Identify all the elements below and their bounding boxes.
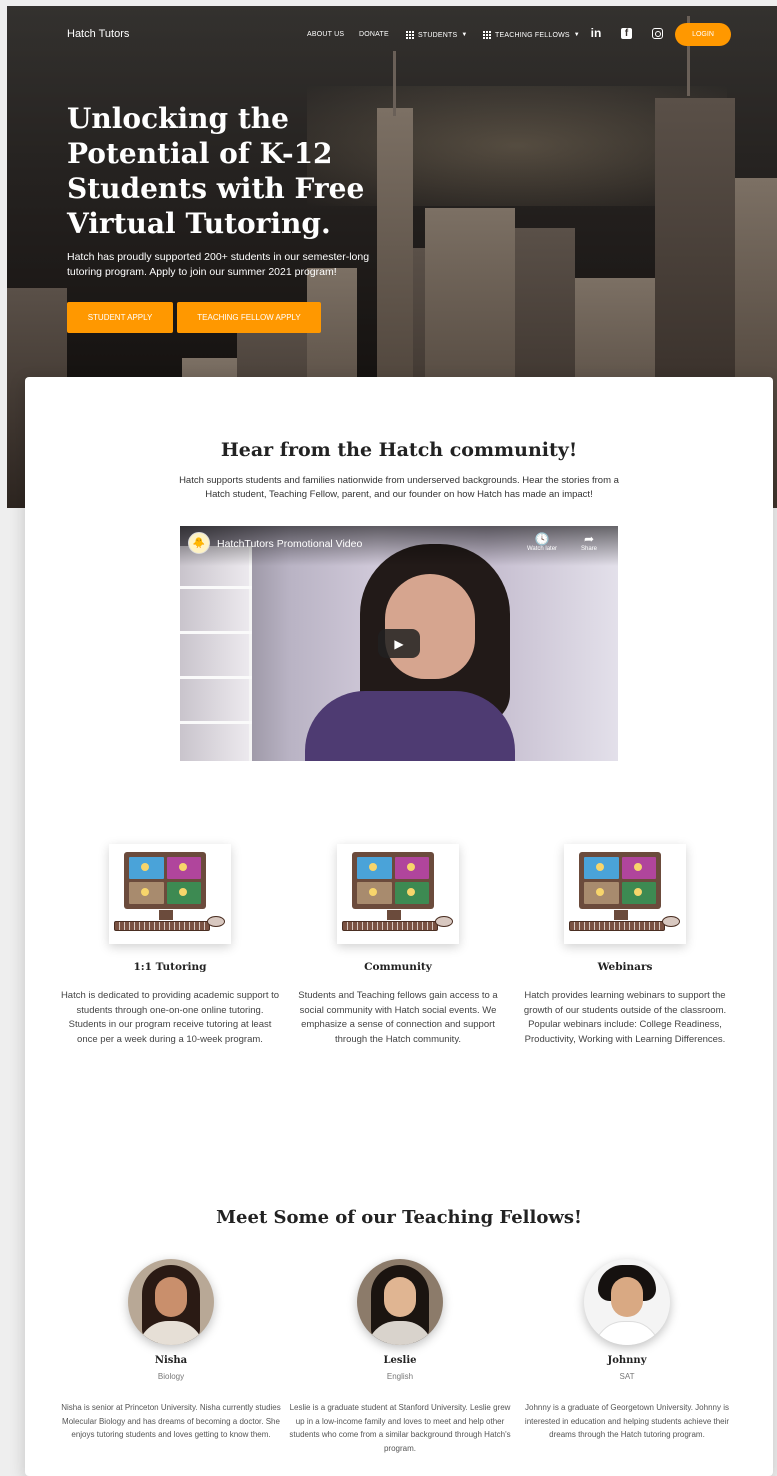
fellow-card-nisha: Nisha Biology Nisha is senior at Princet…: [56, 1259, 286, 1442]
avatar: [357, 1259, 443, 1345]
caret-down-icon: ▼: [461, 32, 468, 38]
apps-grid-icon: [406, 31, 414, 39]
fellows-heading: Meet Some of our Teaching Fellows!: [216, 1207, 582, 1228]
video-bookshelf: [180, 546, 252, 761]
feature-title: Webinars: [597, 961, 653, 973]
video-title[interactable]: HatchTutors Promotional Video: [217, 538, 362, 550]
avatar: [128, 1259, 214, 1345]
nav-donate[interactable]: DONATE: [359, 31, 389, 38]
nav-students-label: STUDENTS: [418, 31, 458, 39]
teaching-fellow-apply-button[interactable]: TEACHING FELLOW APPLY: [177, 302, 321, 333]
hero-title: Unlocking the Potential of K-12 Students…: [67, 102, 365, 240]
promo-video-player[interactable]: 🐥 HatchTutors Promotional Video 🕓 Watch …: [180, 526, 618, 761]
nav-teaching-fellows-dropdown[interactable]: TEACHING FELLOWS ▼: [483, 31, 580, 39]
video-person-face: [385, 574, 475, 679]
fellow-name: Johnny: [607, 1355, 647, 1366]
watch-later-button[interactable]: 🕓 Watch later: [522, 532, 562, 552]
navbar: Hatch Tutors ABOUT US DONATE STUDENTS ▼ …: [7, 6, 777, 62]
share-button[interactable]: ➦ Share: [569, 532, 609, 552]
fellow-bio: Leslie is a graduate student at Stanford…: [289, 1403, 511, 1454]
fellow-card-leslie: Leslie English Leslie is a graduate stud…: [285, 1259, 515, 1456]
apps-grid-icon: [483, 31, 491, 39]
fellow-bio: Nisha is senior at Princeton University.…: [61, 1403, 281, 1440]
nav-donate-label: DONATE: [359, 31, 389, 38]
nav-about-us[interactable]: ABOUT US: [307, 31, 344, 38]
play-icon[interactable]: ▶: [378, 629, 420, 658]
login-button[interactable]: LOGIN: [675, 23, 731, 46]
video-person-body: [305, 691, 515, 761]
community-description: Hatch supports students and families nat…: [179, 475, 619, 500]
watch-later-label: Watch later: [526, 546, 558, 552]
fellow-subject: SAT: [619, 1372, 635, 1381]
feature-tutoring: 1:1 Tutoring Hatch is dedicated to provi…: [60, 844, 280, 1047]
facebook-icon[interactable]: f: [621, 28, 632, 39]
instagram-icon[interactable]: [652, 28, 663, 39]
share-label: Share: [580, 546, 597, 552]
fellow-subject: English: [386, 1372, 414, 1381]
fellow-bio: Johnny is a graduate of Georgetown Unive…: [524, 1403, 730, 1440]
fellow-card-johnny: Johnny SAT Johnny is a graduate of Georg…: [512, 1259, 742, 1442]
feature-description: Hatch is dedicated to providing academic…: [60, 990, 280, 1045]
clock-icon: 🕓: [534, 532, 550, 546]
feature-title: 1:1 Tutoring: [133, 961, 207, 973]
brand-link[interactable]: Hatch Tutors: [67, 28, 129, 40]
computer-illustration-icon: [564, 844, 686, 944]
feature-description: Students and Teaching fellows gain acces…: [298, 990, 498, 1045]
linkedin-icon[interactable]: in: [589, 26, 603, 40]
fellow-name: Nisha: [154, 1355, 188, 1366]
fellow-subject: Biology: [157, 1372, 185, 1381]
community-heading: Hear from the Hatch community!: [220, 439, 578, 461]
computer-illustration-icon: [109, 844, 231, 944]
computer-illustration-icon: [337, 844, 459, 944]
main-content-card: Hear from the Hatch community! Hatch sup…: [25, 377, 773, 1476]
avatar: [584, 1259, 670, 1345]
hero-subtitle: Hatch has proudly supported 200+ student…: [67, 251, 370, 278]
nav-teaching-fellows-label: TEACHING FELLOWS: [495, 31, 570, 39]
fellow-name: Leslie: [383, 1355, 417, 1366]
nav-students-dropdown[interactable]: STUDENTS ▼: [406, 31, 467, 39]
caret-down-icon: ▼: [573, 32, 580, 38]
student-apply-button[interactable]: STUDENT APPLY: [67, 302, 173, 333]
feature-webinars: Webinars Hatch provides learning webinar…: [515, 844, 735, 1047]
share-arrow-icon: ➦: [583, 532, 595, 546]
feature-description: Hatch provides learning webinars to supp…: [523, 990, 727, 1045]
feature-community: Community Students and Teaching fellows …: [288, 844, 508, 1047]
channel-avatar-icon[interactable]: 🐥: [188, 532, 210, 554]
nav-about-us-label: ABOUT US: [307, 31, 345, 38]
feature-title: Community: [364, 961, 432, 973]
